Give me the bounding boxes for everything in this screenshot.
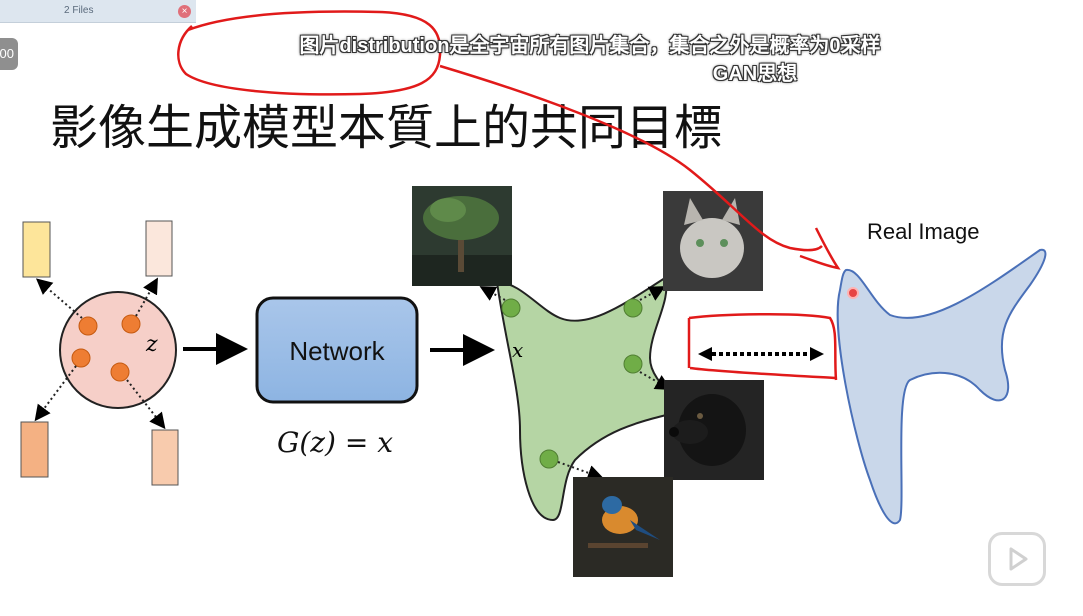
x-label: x: [512, 338, 523, 362]
latent-label: z: [145, 332, 158, 357]
latent-dot: [71, 348, 91, 368]
cat-image: [663, 191, 763, 291]
tree-image: [412, 186, 512, 286]
generated-sample-dot: [623, 354, 643, 374]
subtitle-line-1: 图片distribution是全宇宙所有图片集合，集合之外是概率为0采样: [299, 35, 881, 57]
latent-dot: [110, 362, 130, 382]
subtitle-line-2: GAN思想: [712, 63, 798, 85]
real-image-distribution: [836, 248, 1047, 525]
laser-pointer: [847, 287, 859, 299]
latent-vector-2: [145, 220, 173, 277]
generated-sample-dot: [623, 298, 643, 318]
real-image-label: Real Image: [867, 219, 980, 244]
annotation-bracket: [687, 312, 838, 381]
play-icon: [1009, 547, 1028, 571]
formula: G(z) = x: [277, 426, 393, 459]
latent-vector-1: [22, 221, 51, 278]
network-label: Network: [289, 336, 385, 366]
generated-sample-dot: [539, 449, 559, 469]
arrow-head-left: [698, 347, 712, 361]
slide-diagram: z Network G(z) = x x Real Image: [20, 10, 1047, 577]
bird-image: [573, 477, 673, 577]
latent-vector-3: [20, 421, 49, 478]
play-button[interactable]: [988, 532, 1046, 586]
latent-vector-4: [151, 429, 179, 486]
generated-sample-dot: [501, 298, 521, 318]
latent-dot: [121, 314, 141, 334]
latent-dot: [78, 316, 98, 336]
dog-image: [664, 380, 764, 480]
arrow-head-right: [810, 347, 824, 361]
